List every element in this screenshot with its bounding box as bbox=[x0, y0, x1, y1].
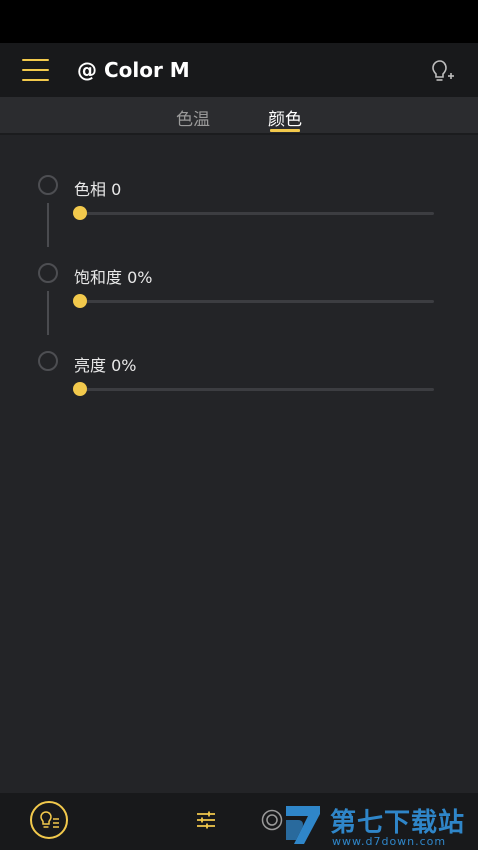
brightness-radio[interactable] bbox=[38, 351, 58, 371]
active-tab-indicator bbox=[270, 129, 300, 132]
nav-lights-button[interactable] bbox=[30, 801, 68, 839]
nav-scene-button[interactable] bbox=[260, 808, 284, 832]
brightness-setting: 亮度 0% bbox=[0, 351, 478, 411]
menu-button[interactable] bbox=[22, 57, 50, 83]
connector-line bbox=[47, 203, 49, 247]
sliders-icon bbox=[197, 811, 215, 829]
saturation-slider-thumb[interactable] bbox=[73, 294, 87, 308]
app-title: @ Color M bbox=[77, 58, 190, 82]
brightness-slider[interactable] bbox=[73, 382, 434, 396]
tab-bar: 色温 颜色 bbox=[0, 97, 478, 135]
lightbulb-add-icon bbox=[432, 60, 454, 81]
brightness-label: 亮度 0% bbox=[74, 356, 137, 375]
lightbulb-list-icon bbox=[40, 811, 59, 828]
saturation-slider[interactable] bbox=[73, 294, 434, 308]
hamburger-icon bbox=[22, 59, 49, 61]
watermark-url: www.d7down.com bbox=[332, 835, 447, 848]
target-circle-icon bbox=[261, 809, 283, 831]
saturation-setting: 饱和度 0% bbox=[0, 263, 478, 335]
hue-radio[interactable] bbox=[38, 175, 58, 195]
brightness-slider-thumb[interactable] bbox=[73, 382, 87, 396]
tab-color-temperature[interactable]: 色温 bbox=[176, 105, 210, 130]
nav-adjust-button[interactable] bbox=[194, 808, 218, 832]
connector-line bbox=[47, 291, 49, 335]
tab-color[interactable]: 颜色 bbox=[268, 105, 302, 130]
hue-slider-thumb[interactable] bbox=[73, 206, 87, 220]
app-header: @ Color M bbox=[0, 43, 478, 97]
color-settings-panel: 色相 0 饱和度 0% 亮度 0% bbox=[0, 137, 478, 793]
saturation-radio[interactable] bbox=[38, 263, 58, 283]
hue-label: 色相 0 bbox=[74, 180, 122, 199]
hue-setting: 色相 0 bbox=[0, 175, 478, 247]
watermark: 第七下载站 www.d7down.com bbox=[284, 800, 478, 850]
hue-slider[interactable] bbox=[73, 206, 434, 220]
watermark-title: 第七下载站 bbox=[330, 808, 466, 838]
saturation-label: 饱和度 0% bbox=[74, 268, 153, 287]
add-light-button[interactable] bbox=[428, 57, 456, 85]
status-bar bbox=[0, 0, 478, 43]
d7-logo-icon bbox=[286, 806, 320, 844]
